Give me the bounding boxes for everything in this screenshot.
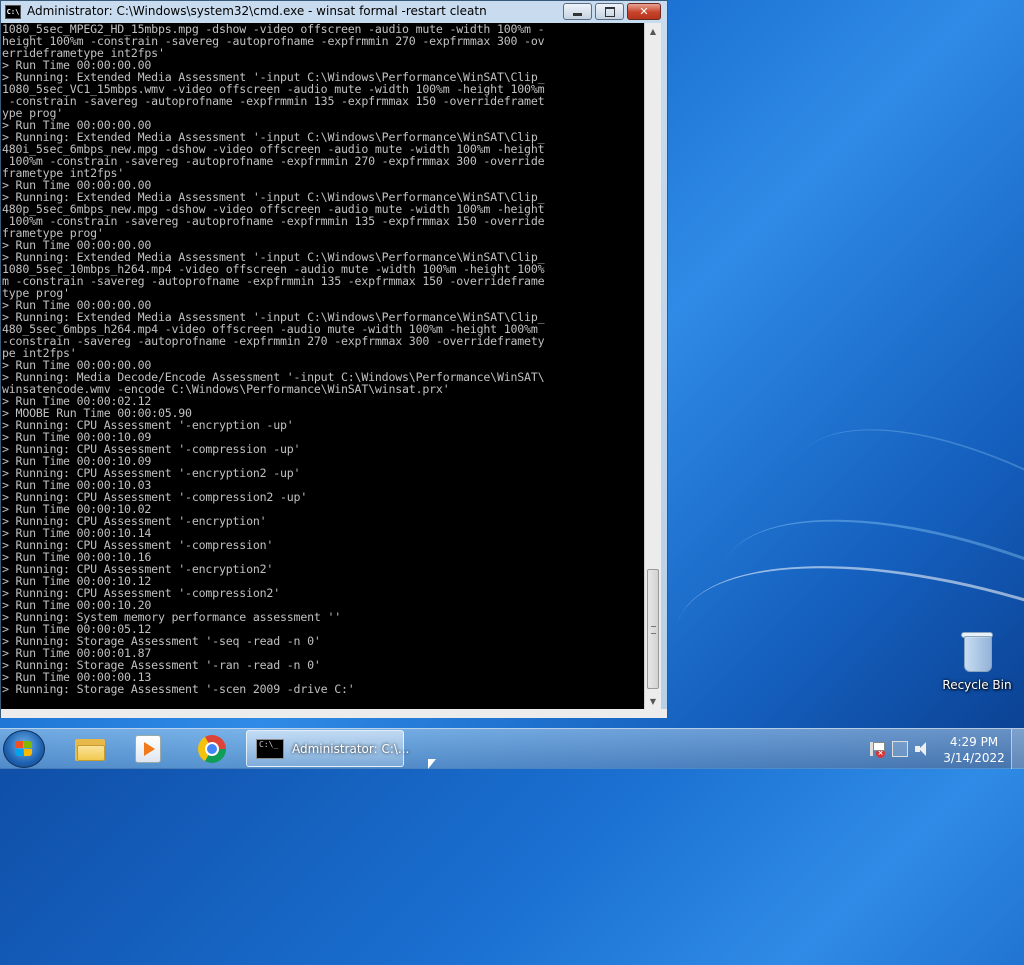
cmd-icon: C:\_ (256, 739, 284, 759)
scroll-thumb[interactable] (647, 569, 659, 689)
start-button[interactable] (3, 730, 45, 768)
folder-icon (75, 737, 105, 761)
console-line: -constrain -savereg -autoprofname -expfr… (2, 94, 545, 108)
windows-start-icon (15, 741, 33, 758)
console-line: > Running: Storage Assessment '-scen 200… (2, 682, 355, 696)
system-tray: × 4:29 PM 3/14/2022 (860, 729, 1020, 769)
taskbar-media-player-button[interactable] (120, 731, 176, 767)
clock-date: 3/14/2022 (943, 751, 1005, 765)
window-bottom-border (1, 709, 667, 718)
console-line: -constrain -savereg -autoprofname -expfr… (2, 334, 545, 348)
taskbar-cmd-task[interactable]: C:\_ Administrator: C:\... (246, 730, 409, 767)
scroll-up-arrow-icon[interactable]: ▲ (645, 23, 661, 39)
minimize-icon (573, 13, 582, 16)
clock[interactable]: 4:29 PM 3/14/2022 (940, 734, 1008, 766)
chrome-icon (198, 735, 226, 763)
recycle-bin-label[interactable]: Recycle Bin (942, 678, 1012, 692)
action-center-flag-icon[interactable]: × (868, 741, 885, 758)
network-icon[interactable] (892, 741, 908, 757)
cmd-icon[interactable]: C:\ (5, 5, 21, 19)
recycle-bin-shortcut[interactable]: Recycle Bin (942, 630, 1012, 692)
minimize-button[interactable] (563, 3, 592, 20)
taskbar-task-label: Administrator: C:\... (292, 742, 410, 756)
close-button[interactable]: ✕ (627, 3, 661, 20)
vertical-scrollbar[interactable]: ▲ ▼ (644, 23, 661, 709)
taskbar: C:\_ Administrator: C:\... × 4:29 PM 3/1… (0, 728, 1024, 769)
title-bar[interactable]: C:\ Administrator: C:\Windows\system32\c… (1, 1, 667, 23)
console-line: m -constrain -savereg -autoprofname -exp… (2, 274, 545, 288)
media-player-icon (135, 735, 161, 763)
scroll-down-arrow-icon[interactable]: ▼ (645, 693, 661, 709)
volume-icon[interactable] (914, 741, 930, 757)
taskbar-explorer-button[interactable] (62, 731, 118, 767)
cmd-window[interactable]: C:\ Administrator: C:\Windows\system32\c… (0, 0, 668, 718)
console-output[interactable]: 1080_5sec_MPEG2_HD_15mbps.mpg -dshow -vi… (1, 23, 644, 709)
maximize-button[interactable] (595, 3, 624, 20)
close-icon: ✕ (639, 5, 649, 18)
grip-icon (651, 626, 656, 634)
window-title: Administrator: C:\Windows\system32\cmd.e… (27, 4, 487, 18)
recycle-bin-icon[interactable] (961, 630, 993, 672)
clock-time: 4:29 PM (949, 735, 999, 749)
taskbar-chrome-button[interactable] (184, 731, 240, 767)
restore-icon (604, 6, 615, 17)
show-desktop-button[interactable] (1011, 729, 1024, 769)
